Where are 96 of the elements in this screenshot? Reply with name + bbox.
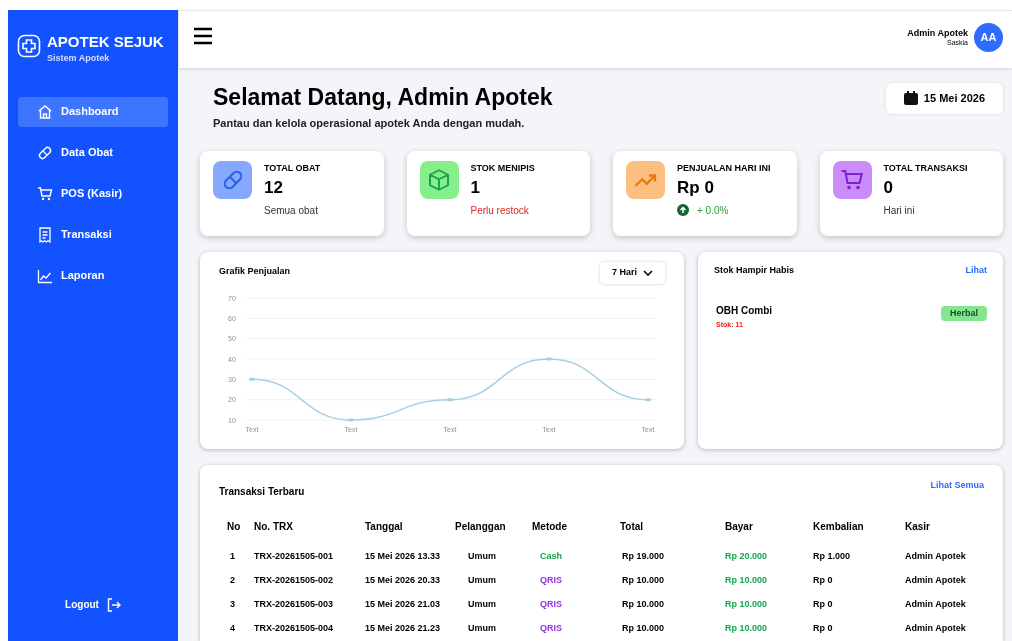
table-cell-text: Umum	[467, 622, 497, 636]
stat-value: 0	[883, 176, 894, 199]
logout-icon[interactable]	[106, 597, 121, 612]
table-cell-text: Umum	[467, 574, 497, 588]
calendar-icon	[903, 91, 918, 105]
column-header: No	[219, 519, 254, 545]
card-title: Transaksi Terbaru	[219, 485, 305, 499]
table-cell: Rp 10.000	[620, 617, 725, 641]
view-all-link[interactable]: Lihat Semua	[930, 479, 984, 493]
data-point	[348, 418, 354, 422]
table-cell-text: Admin Apotek	[905, 598, 967, 612]
brand-title: APOTEK SEJUK	[47, 32, 164, 52]
stat-note: + 0.0%	[697, 203, 729, 218]
card-title: Stok Hampir Habis	[714, 264, 795, 277]
stat-label: TOTAL TRANSAKSI	[883, 162, 968, 175]
column-header: Tanggal	[365, 519, 455, 545]
stat-note: Perlu restock	[470, 203, 529, 218]
table-cell: Rp 10.000	[725, 593, 813, 617]
table-cell: Rp 1.000	[813, 545, 905, 569]
table-cell: Rp 10.000	[725, 569, 813, 593]
data-point	[249, 377, 255, 381]
user-name: Admin Apotek	[907, 27, 968, 39]
table-cell-text: Umum	[467, 598, 497, 612]
chevron-down-icon	[643, 270, 653, 276]
table-cell-text: QRIS	[539, 574, 563, 588]
table-cell: Rp 0	[813, 569, 905, 593]
table-cell: Rp 10.000	[725, 617, 813, 641]
stat-value: Rp 0	[677, 176, 715, 199]
stat-value: 1	[470, 176, 481, 199]
box-icon	[427, 168, 451, 192]
stat-note: Semua obat	[264, 203, 318, 218]
column-header: Bayar	[725, 519, 813, 545]
home-icon	[37, 103, 53, 120]
table-cell: TRX-20261505-002	[254, 569, 365, 593]
table-cell-text: Admin Apotek	[905, 622, 967, 636]
category-tag: Herbal	[941, 305, 987, 321]
column-header: No. TRX	[254, 519, 365, 545]
sidebar-item[interactable]: Transaksi	[18, 219, 168, 250]
sidebar-item[interactable]: POS (Kasir)	[18, 178, 168, 209]
table-cell: 3	[219, 593, 254, 617]
table-cell-text: Umum	[467, 550, 497, 564]
column-header: Kembalian	[813, 519, 905, 545]
data-point	[447, 398, 453, 402]
table-cell-text: QRIS	[539, 598, 563, 612]
column-header: Total	[620, 519, 725, 545]
line-chart-icon	[37, 267, 53, 284]
stat-value: 12	[264, 176, 284, 199]
stat-label: PENJUALAN HARI INI	[677, 162, 771, 175]
table-cell: Rp 20.000	[725, 545, 813, 569]
stat-label: STOK MENIPIS	[470, 162, 535, 175]
page-subtitle: Pantau dan kelola operasional apotek Anda dengan mudah.	[213, 115, 526, 131]
sidebar-item[interactable]: Laporan	[18, 260, 168, 291]
table-cell-text: QRIS	[539, 622, 563, 636]
table-cell: TRX-20261505-001	[254, 545, 365, 569]
table-cell-text: Admin Apotek	[905, 574, 967, 588]
sidebar-item[interactable]: Dashboard	[18, 96, 168, 127]
stat-label: TOTAL OBAT	[264, 162, 321, 175]
table-cell: TRX-20261505-004	[254, 617, 365, 641]
date-text: 15 Mei 2026	[923, 90, 985, 106]
table-cell: Rp 10.000	[620, 593, 725, 617]
cart-icon	[840, 168, 864, 192]
user-avatar[interactable]: AA	[974, 23, 1003, 52]
column-header: Kasir	[905, 520, 931, 534]
data-point	[645, 398, 651, 402]
view-link[interactable]: Lihat	[965, 264, 987, 278]
table-cell-text: 15 Mei 2026 21.03	[365, 598, 442, 612]
sidebar-item[interactable]: Data Obat	[18, 137, 168, 168]
column-header: Metode	[532, 519, 620, 545]
logout-link[interactable]: Logout	[65, 597, 99, 612]
item-name: OBH Combi	[716, 303, 773, 318]
stat-note: Hari ini	[883, 203, 915, 218]
table-cell: Rp 19.000	[620, 545, 725, 569]
table-cell-text: Cash	[539, 550, 563, 564]
receipt-icon	[37, 226, 53, 243]
table-cell: Rp 0	[813, 617, 905, 641]
cart-icon	[37, 185, 53, 202]
table-cell-text: 15 Mei 2026 13.33	[365, 550, 442, 564]
arrow-up-icon	[677, 204, 689, 216]
table-cell-text: 15 Mei 2026 21.23	[365, 622, 442, 636]
page-title: Selamat Datang, Admin Apotek	[213, 82, 553, 111]
table-cell: 2	[219, 569, 254, 593]
table-cell: 1	[219, 545, 254, 569]
table-cell: 4	[219, 617, 254, 641]
chart-title: Grafik Penjualan	[219, 265, 291, 278]
menu-icon[interactable]	[193, 27, 213, 45]
table-cell: Rp 0	[813, 593, 905, 617]
table-cell-text: 15 Mei 2026 20.33	[365, 574, 442, 588]
table-cell-text: Admin Apotek	[905, 550, 967, 564]
pill-icon	[37, 144, 53, 161]
brand-subtitle: Sistem Apotek	[47, 52, 111, 65]
table-cell: Rp 10.000	[620, 569, 725, 593]
column-header: Pelanggan	[455, 519, 532, 545]
table-cell: TRX-20261505-003	[254, 593, 365, 617]
range-dropdown[interactable]: 7 Hari	[600, 262, 665, 284]
cross-logo-icon	[17, 34, 41, 58]
data-point	[546, 357, 552, 361]
